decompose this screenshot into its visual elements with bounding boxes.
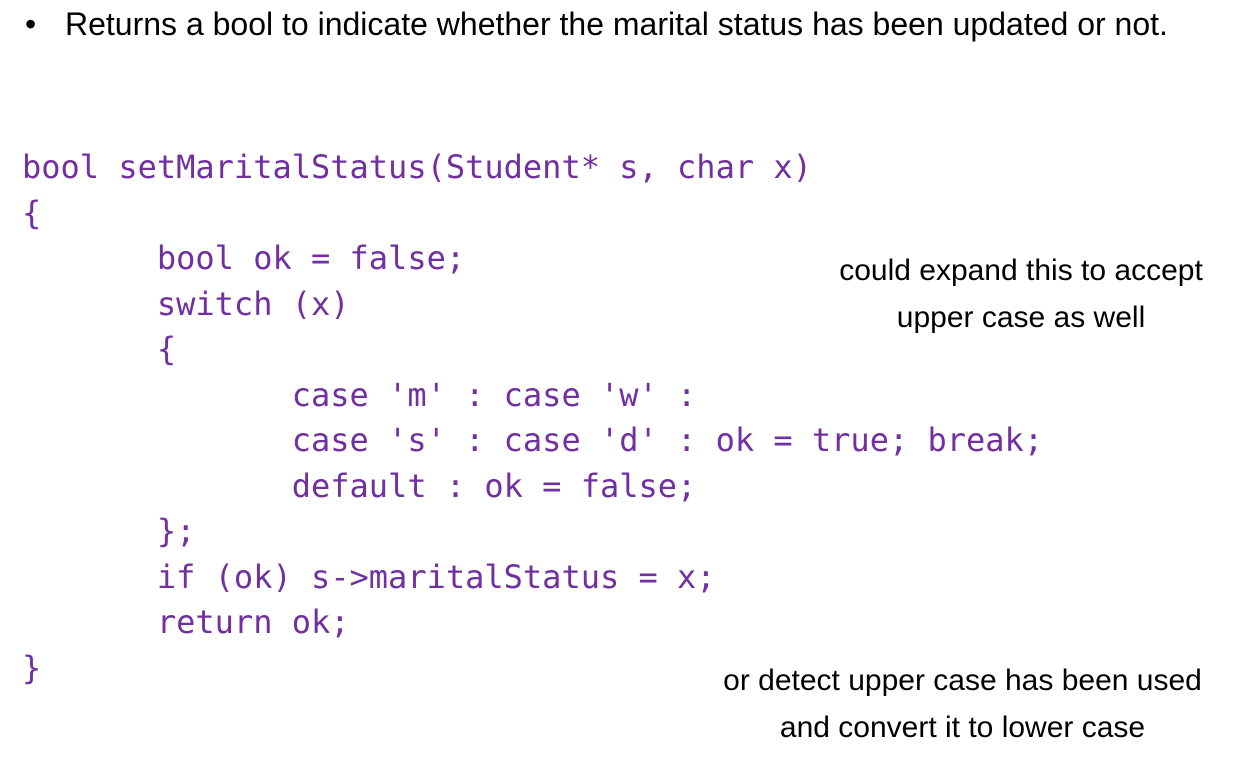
note-expand-upper-case: could expand this to accept upper case a… bbox=[790, 247, 1252, 341]
code-line: bool setMaritalStatus(Student* s, char x… bbox=[22, 148, 812, 186]
code-line: case 'm' : case 'w' : bbox=[22, 375, 697, 414]
code-line: default : ok = false; bbox=[22, 466, 697, 505]
note-line: upper case as well bbox=[896, 301, 1146, 334]
note-line: could expand this to accept bbox=[839, 254, 1203, 287]
code-line: }; bbox=[22, 512, 196, 550]
code-line: return ok; bbox=[22, 603, 350, 641]
code-block: bool setMaritalStatus(Student* s, char x… bbox=[22, 145, 1043, 691]
note-line: or detect upper case has been used bbox=[723, 664, 1202, 697]
code-line: if (ok) s->maritalStatus = x; bbox=[22, 557, 716, 596]
note-detect-upper-case: or detect upper case has been used and c… bbox=[670, 657, 1255, 751]
bullet-dot-icon: • bbox=[25, 6, 37, 42]
slide: • Returns a bool to indicate whether the… bbox=[0, 0, 1255, 757]
bullet-text: Returns a bool to indicate whether the m… bbox=[65, 6, 1168, 42]
code-line: case 's' : case 'd' : ok = true; break; bbox=[22, 421, 1044, 459]
note-line: and convert it to lower case bbox=[779, 711, 1146, 744]
code-line: { bbox=[22, 193, 42, 232]
